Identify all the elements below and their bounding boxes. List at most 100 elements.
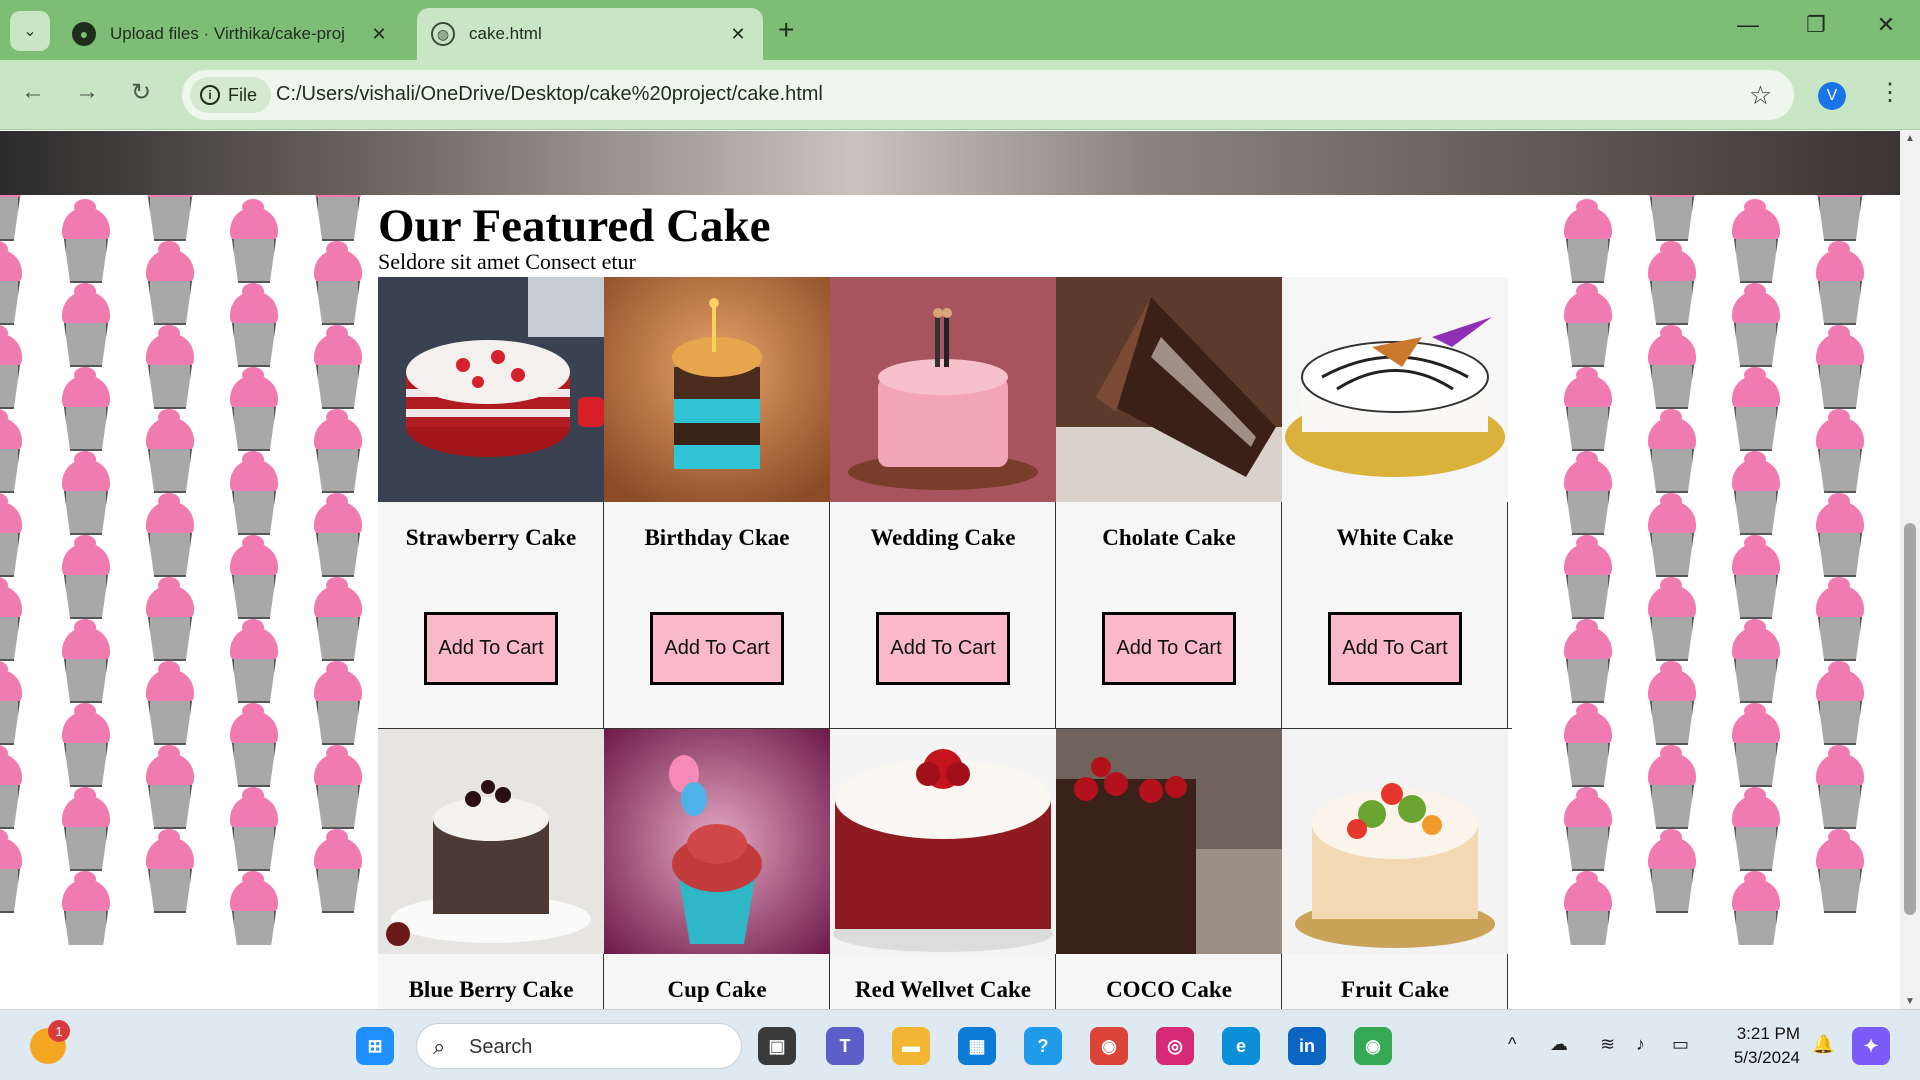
help-icon[interactable]: ?: [1024, 1027, 1062, 1065]
cake-name: Fruit Cake: [1341, 977, 1449, 1002]
profile-avatar[interactable]: V: [1818, 82, 1846, 110]
wifi-icon[interactable]: ≋: [1600, 1034, 1615, 1055]
cupcake-pattern-icon: [1644, 577, 1700, 665]
vertical-scrollbar[interactable]: ▲ ▼: [1900, 131, 1920, 1009]
info-icon: i: [200, 85, 220, 105]
hero-banner-image: [0, 131, 1900, 195]
file-explorer-icon[interactable]: ▬: [892, 1027, 930, 1065]
cupcake-pattern-icon: [1560, 787, 1616, 875]
address-bar[interactable]: i File C:/Users/vishali/OneDrive/Desktop…: [182, 70, 1794, 120]
cupcake-pattern-icon: [58, 619, 114, 707]
close-tab-icon[interactable]: ✕: [727, 24, 749, 45]
chrome-icon[interactable]: ◉: [1090, 1027, 1128, 1065]
scrollbar-thumb[interactable]: [1904, 523, 1916, 915]
tab-search-button[interactable]: ⌄: [10, 11, 50, 51]
forward-icon[interactable]: →: [70, 78, 104, 106]
menu-dots-icon[interactable]: ⋮: [1878, 78, 1902, 107]
tab-upload-files[interactable]: ● Upload files · Virthika/cake-proj ✕: [58, 8, 404, 60]
scroll-down-icon[interactable]: ▼: [1900, 996, 1920, 1007]
cupcake-pattern-icon: [1560, 199, 1616, 287]
red-velvet-cake-image: [830, 729, 1056, 954]
cake-name: Blue Berry Cake: [408, 977, 574, 1002]
site-info-label: File: [228, 84, 258, 105]
notification-badge: 1: [48, 1020, 70, 1042]
cupcake-pattern-icon: [1728, 787, 1784, 875]
birthday-cake-image: [604, 277, 830, 502]
close-tab-icon[interactable]: ✕: [368, 24, 390, 45]
cupcake-pattern-icon: [1812, 745, 1868, 833]
cupcake-pattern-icon: [1560, 703, 1616, 791]
cupcake-pattern-icon: [0, 409, 26, 497]
tab-strip: ⌄ ● Upload files · Virthika/cake-proj ✕ …: [0, 0, 1920, 60]
add-to-cart-button[interactable]: Add To Cart: [650, 612, 784, 685]
linkedin-icon[interactable]: in: [1288, 1027, 1326, 1065]
github-icon: ●: [72, 22, 96, 46]
fruit-cake-image: [1282, 729, 1508, 954]
cake-card: Cup Cake: [604, 729, 830, 1009]
cupcake-pattern-icon: [226, 535, 282, 623]
cupcake-pattern-icon: [142, 241, 198, 329]
cupcake-pattern-icon: [310, 577, 366, 665]
cupcake-pattern-icon: [310, 409, 366, 497]
cupcake-pattern-icon: [1812, 325, 1868, 413]
restore-icon[interactable]: ❐: [1796, 12, 1836, 38]
search-placeholder: Search: [469, 1036, 533, 1058]
cupcake-pattern-icon: [1560, 451, 1616, 539]
windows-start-icon[interactable]: ⊞: [356, 1027, 394, 1065]
cupcake-pattern-icon: [1812, 241, 1868, 329]
cupcake-pattern-icon: [1560, 871, 1616, 945]
coco-cake-image: [1056, 729, 1282, 954]
battery-icon[interactable]: ▭: [1672, 1034, 1689, 1055]
edge-icon[interactable]: e: [1222, 1027, 1260, 1065]
clock-date: 5/3/2024: [1733, 1048, 1800, 1067]
teams-icon[interactable]: T: [826, 1027, 864, 1065]
cupcake-pattern-icon: [226, 787, 282, 875]
onedrive-icon[interactable]: ☁: [1550, 1034, 1568, 1055]
cupcake-pattern-icon: [310, 493, 366, 581]
cupcake-pattern-icon: [0, 325, 26, 413]
cake-name: Cup Cake: [667, 977, 767, 1002]
site-info-chip[interactable]: i File: [190, 77, 272, 113]
add-to-cart-button[interactable]: Add To Cart: [1102, 612, 1236, 685]
cupcake-pattern-icon: [310, 195, 366, 245]
cup-cake-image: [604, 729, 830, 954]
task-view-icon[interactable]: ▣: [758, 1027, 796, 1065]
close-window-icon[interactable]: ✕: [1866, 12, 1906, 38]
microsoft-store-icon[interactable]: ▦: [958, 1027, 996, 1065]
cupcake-pattern-icon: [226, 871, 282, 945]
cake-card: White Cake Add To Cart: [1282, 277, 1508, 728]
new-tab-button[interactable]: +: [778, 14, 794, 46]
add-to-cart-button[interactable]: Add To Cart: [424, 612, 558, 685]
back-icon[interactable]: ←: [16, 78, 50, 106]
system-clock[interactable]: 3:21 PM 5/3/2024: [1705, 1022, 1800, 1070]
chrome-profile-icon[interactable]: ◉: [1354, 1027, 1392, 1065]
scroll-up-icon[interactable]: ▲: [1900, 133, 1920, 144]
instagram-icon[interactable]: ◎: [1156, 1027, 1194, 1065]
bookmark-star-icon[interactable]: ☆: [1749, 80, 1772, 111]
browser-toolbar: ← → ↻ i File C:/Users/vishali/OneDrive/D…: [0, 60, 1920, 130]
add-to-cart-button[interactable]: Add To Cart: [1328, 612, 1462, 685]
reload-icon[interactable]: ↻: [124, 78, 158, 107]
url-text[interactable]: C:/Users/vishali/OneDrive/Desktop/cake%2…: [276, 83, 823, 106]
copilot-icon[interactable]: ✦: [1852, 1027, 1890, 1065]
cake-card: Red Wellvet Cake: [830, 729, 1056, 1009]
tab-cake-html[interactable]: ◍ cake.html ✕: [417, 8, 763, 60]
chocolate-cake-image: [1056, 277, 1282, 502]
minimize-icon[interactable]: —: [1728, 12, 1768, 38]
tab-title: cake.html: [469, 24, 542, 43]
cupcake-pattern-icon: [1644, 661, 1700, 749]
cupcake-pattern-icon: [0, 241, 26, 329]
volume-icon[interactable]: ♪: [1636, 1034, 1645, 1055]
taskbar-search[interactable]: ⌕ Search: [416, 1023, 742, 1069]
cupcake-pattern-icon: [58, 199, 114, 287]
white-cake-image: [1282, 277, 1508, 502]
cupcake-pattern-icon: [0, 661, 26, 749]
cupcake-pattern-icon: [58, 535, 114, 623]
add-to-cart-button[interactable]: Add To Cart: [876, 612, 1010, 685]
show-hidden-icons-icon[interactable]: ^: [1508, 1034, 1516, 1055]
cake-name: Cholate Cake: [1102, 525, 1236, 550]
cupcake-pattern-icon: [0, 745, 26, 833]
notification-bell-icon[interactable]: 🔔: [1812, 1034, 1834, 1055]
cupcake-pattern-icon: [1812, 829, 1868, 917]
cake-name: Wedding Cake: [870, 525, 1016, 550]
